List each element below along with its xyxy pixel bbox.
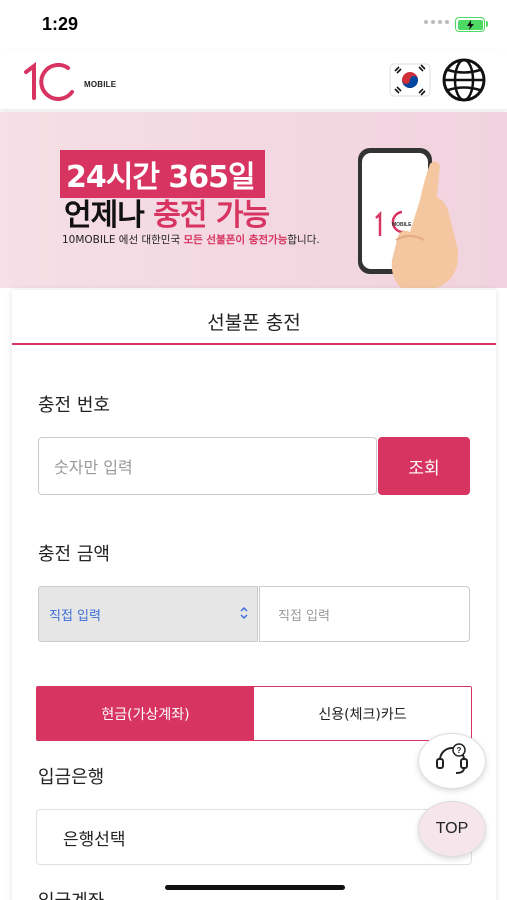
app-header: MOBILE xyxy=(0,50,507,110)
headset-icon: ? xyxy=(434,742,470,780)
amount-label: 충전 금액 xyxy=(38,544,110,565)
recharge-card: 선불폰 충전 충전 번호 숫자만 입력 조회 충전 금액 직접 입력 직접 입력… xyxy=(12,290,496,900)
scroll-top-button[interactable]: TOP xyxy=(418,801,486,857)
status-bar: 1:29 xyxy=(0,0,507,50)
battery-icon xyxy=(455,17,485,32)
battery-cap xyxy=(486,21,488,27)
amount-type-select[interactable]: 직접 입력 xyxy=(38,586,258,642)
deposit-account-label: 입금계좌 xyxy=(38,887,104,900)
logo-text: MOBILE xyxy=(84,80,117,89)
banner-description: 10MOBILE 에선 대한민국 모든 선불폰이 충전가능합니다. xyxy=(62,234,320,246)
payment-method-tabs: 현금(가상계좌) 신용(체크)카드 xyxy=(36,686,472,741)
brand-logo[interactable]: MOBILE xyxy=(22,58,116,102)
card-title: 선불폰 충전 xyxy=(12,290,496,345)
phone-logo-text: MOBILE xyxy=(392,222,412,228)
bank-select[interactable]: 은행선택 xyxy=(36,809,472,865)
status-time: 1:29 xyxy=(42,14,79,34)
signal-icon xyxy=(424,20,449,24)
select-arrows-icon xyxy=(239,606,249,624)
amount-input[interactable]: 직접 입력 xyxy=(259,586,470,642)
phone-number-input[interactable]: 숫자만 입력 xyxy=(38,437,377,495)
number-label: 충전 번호 xyxy=(38,395,110,416)
banner-subheadline: 언제나 충전 가능 xyxy=(64,198,270,233)
bank-label: 입금은행 xyxy=(38,767,105,788)
promo-banner[interactable]: 24시간 365일 언제나 충전 가능 10MOBILE 에선 대한민국 모든 … xyxy=(0,112,507,288)
home-indicator xyxy=(165,885,345,890)
customer-support-button[interactable]: ? xyxy=(418,733,486,789)
svg-text:?: ? xyxy=(457,746,462,755)
lookup-button[interactable]: 조회 xyxy=(378,437,470,495)
phone-in-hand-illustration: MOBILE xyxy=(340,140,470,288)
tab-cash-virtual-account[interactable]: 현금(가상계좌) xyxy=(37,687,254,740)
korean-flag-icon[interactable] xyxy=(389,60,431,100)
globe-icon[interactable] xyxy=(441,58,487,102)
tab-credit-card[interactable]: 신용(체크)카드 xyxy=(254,687,471,740)
